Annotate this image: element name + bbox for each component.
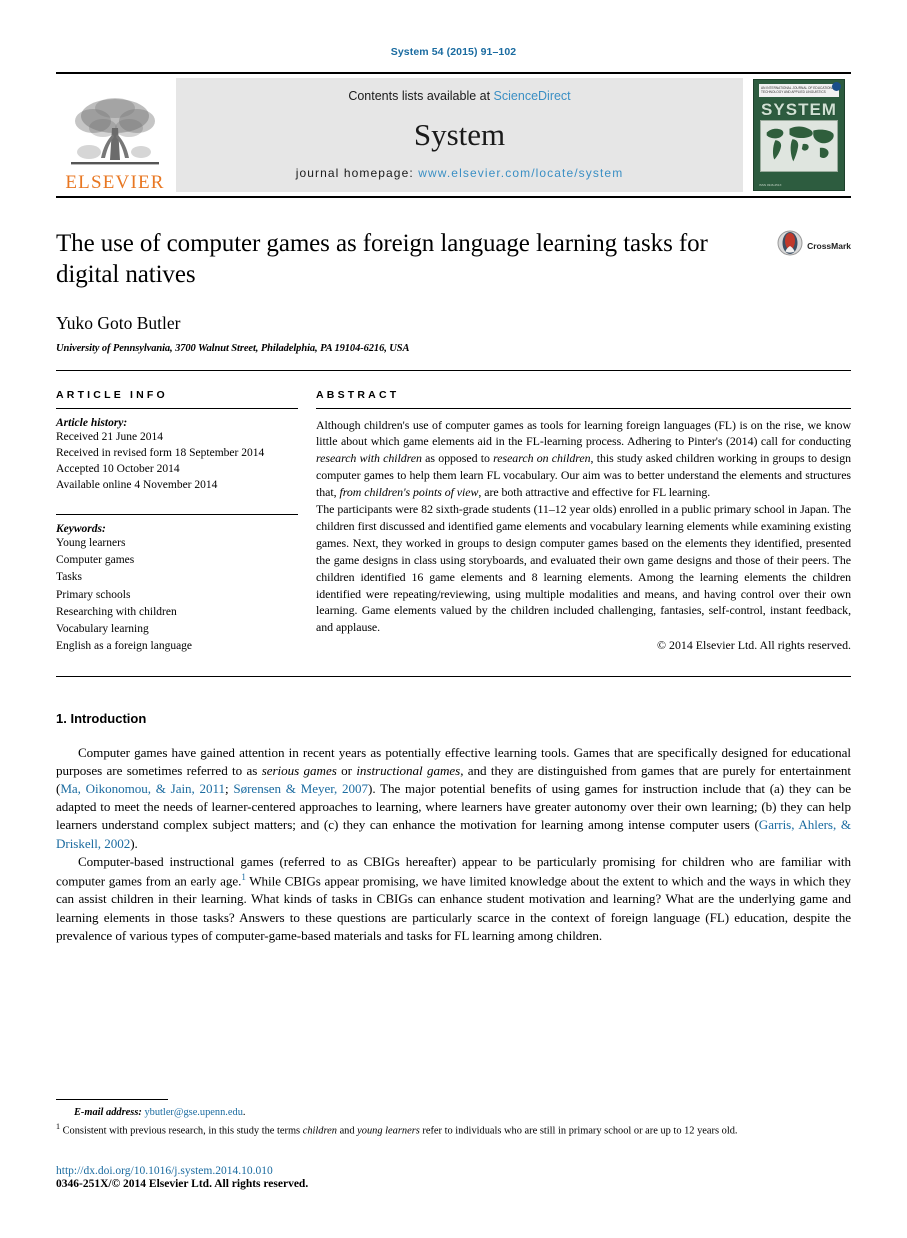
article-info-heading: ARTICLE INFO xyxy=(56,388,168,401)
paper-page: System 54 (2015) 91–102 ELSEVIER Content… xyxy=(0,0,907,1238)
homepage-prefix: journal homepage: xyxy=(295,166,419,180)
footnote-emphasis: young learners xyxy=(357,1125,420,1137)
journal-title: System xyxy=(413,117,506,152)
elsevier-logo: ELSEVIER xyxy=(56,74,174,196)
footnote-text: and xyxy=(336,1125,358,1137)
history-item: Accepted 10 October 2014 xyxy=(56,463,180,476)
keyword-item: Vocabulary learning xyxy=(56,623,149,636)
keywords-label: Keywords: xyxy=(56,522,106,535)
keyword-item: English as a foreign language xyxy=(56,640,193,653)
abstract-text: as opposed to xyxy=(421,451,494,466)
keyword-item: Computer games xyxy=(56,554,135,567)
footnote-divider xyxy=(56,1099,168,1100)
keyword-item: Young learners xyxy=(56,536,126,549)
doi-link[interactable]: http://dx.doi.org/10.1016/j.system.2014.… xyxy=(56,1165,851,1177)
cover-header-text: AN INTERNATIONAL JOURNAL OF EDUCATIONAL … xyxy=(759,84,839,97)
abstract-text: , are both attractive and effective for … xyxy=(478,485,711,500)
sciencedirect-link[interactable]: ScienceDirect xyxy=(494,89,571,103)
running-head: System 54 (2015) 91–102 xyxy=(390,46,517,58)
cover-footer-text: ISSN 0346-251X xyxy=(759,182,782,187)
keyword-item: Tasks xyxy=(56,571,83,584)
abstract-copyright: © 2014 Elsevier Ltd. All rights reserved… xyxy=(657,638,851,653)
crossmark-badge[interactable]: CrossMark xyxy=(777,230,851,261)
doi-block: http://dx.doi.org/10.1016/j.system.2014.… xyxy=(56,1165,851,1190)
cover-badge-icon xyxy=(832,82,841,91)
footnote-area: E-mail address: ybutler@gse.upenn.edu. 1… xyxy=(56,1099,851,1190)
email-link[interactable]: ybutler@gse.upenn.edu xyxy=(144,1107,242,1118)
history-item: Received 21 June 2014 xyxy=(56,430,163,443)
divider-top xyxy=(56,369,851,371)
info-abstract-columns: ARTICLE INFO Article history: Received 2… xyxy=(56,389,851,656)
abstract-paragraph-1: Although children's use of computer game… xyxy=(316,417,851,502)
abstract-text: Although children's use of computer game… xyxy=(316,417,851,449)
body-content: 1. Introduction Computer games have gain… xyxy=(56,711,851,945)
footnote-text: Consistent with previous research, in th… xyxy=(60,1125,303,1137)
title-area: The use of computer games as foreign lan… xyxy=(56,228,851,354)
crossmark-label: CrossMark xyxy=(807,240,851,251)
keyword-item: Primary schools xyxy=(56,588,131,601)
abstract-heading: ABSTRACT xyxy=(316,388,400,401)
page-title: The use of computer games as foreign lan… xyxy=(56,230,708,289)
elsevier-tree-icon xyxy=(67,94,163,172)
section-heading-introduction: 1. Introduction xyxy=(56,710,147,726)
footnote-text: refer to individuals who are still in pr… xyxy=(419,1125,738,1137)
issn-copyright: 0346-251X/© 2014 Elsevier Ltd. All right… xyxy=(56,1178,309,1190)
journal-homepage-line: journal homepage: www.elsevier.com/locat… xyxy=(296,166,624,180)
intro-paragraph-1: Computer games have gained attention in … xyxy=(56,744,851,853)
citation-link[interactable]: Sørensen & Meyer, 2007 xyxy=(233,781,368,796)
footnote-note-1: 1 Consistent with previous research, in … xyxy=(56,1121,851,1139)
masthead-center: Contents lists available at ScienceDirec… xyxy=(176,78,743,192)
journal-homepage-link[interactable]: www.elsevier.com/locate/system xyxy=(418,166,623,180)
history-item: Received in revised form 18 September 20… xyxy=(56,446,265,459)
keyword-item: Researching with children xyxy=(56,605,177,618)
divider-article-info xyxy=(56,407,298,409)
cover-image: AN INTERNATIONAL JOURNAL OF EDUCATIONAL … xyxy=(753,79,845,191)
abstract-emphasis: from children's points of view xyxy=(339,485,479,500)
body-emphasis: instructional games xyxy=(356,762,461,778)
article-info-column: ARTICLE INFO Article history: Received 2… xyxy=(56,389,316,656)
email-label: E-mail address: xyxy=(74,1107,142,1118)
footnote-email: E-mail address: ybutler@gse.upenn.edu. xyxy=(56,1106,851,1121)
crossmark-icon xyxy=(777,230,803,261)
elsevier-wordmark: ELSEVIER xyxy=(65,172,165,193)
divider-keywords xyxy=(56,513,298,515)
cover-title: SYSTEM xyxy=(761,100,837,119)
abstract-emphasis: research on children xyxy=(493,451,591,466)
contents-prefix: Contents lists available at xyxy=(348,89,494,103)
history-item: Available online 4 November 2014 xyxy=(56,479,218,492)
divider-abstract xyxy=(316,407,851,409)
abstract-column: ABSTRACT Although children's use of comp… xyxy=(316,389,851,656)
footnote-emphasis: children xyxy=(302,1125,337,1137)
article-history-label: Article history: xyxy=(56,416,128,429)
abstract-paragraph-2: The participants were 82 sixth-grade stu… xyxy=(316,502,851,635)
journal-masthead: ELSEVIER Contents lists available at Sci… xyxy=(56,72,851,198)
body-text: ). xyxy=(130,835,138,851)
body-emphasis: serious games xyxy=(261,762,337,778)
author-name: Yuko Goto Butler xyxy=(56,312,181,333)
body-text: or xyxy=(336,762,357,778)
citation-link[interactable]: Ma, Oikonomou, & Jain, 2011 xyxy=(60,781,225,796)
contents-available-line: Contents lists available at ScienceDirec… xyxy=(348,89,570,103)
intro-paragraph-2: Computer-based instructional games (refe… xyxy=(56,853,851,945)
abstract-emphasis: research with children xyxy=(316,451,422,466)
world-map-icon xyxy=(760,120,838,172)
email-suffix: . xyxy=(242,1107,246,1118)
author-affiliation: University of Pennsylvania, 3700 Walnut … xyxy=(56,342,410,354)
divider-bottom xyxy=(56,675,851,677)
journal-cover-thumbnail: AN INTERNATIONAL JOURNAL OF EDUCATIONAL … xyxy=(747,74,851,196)
